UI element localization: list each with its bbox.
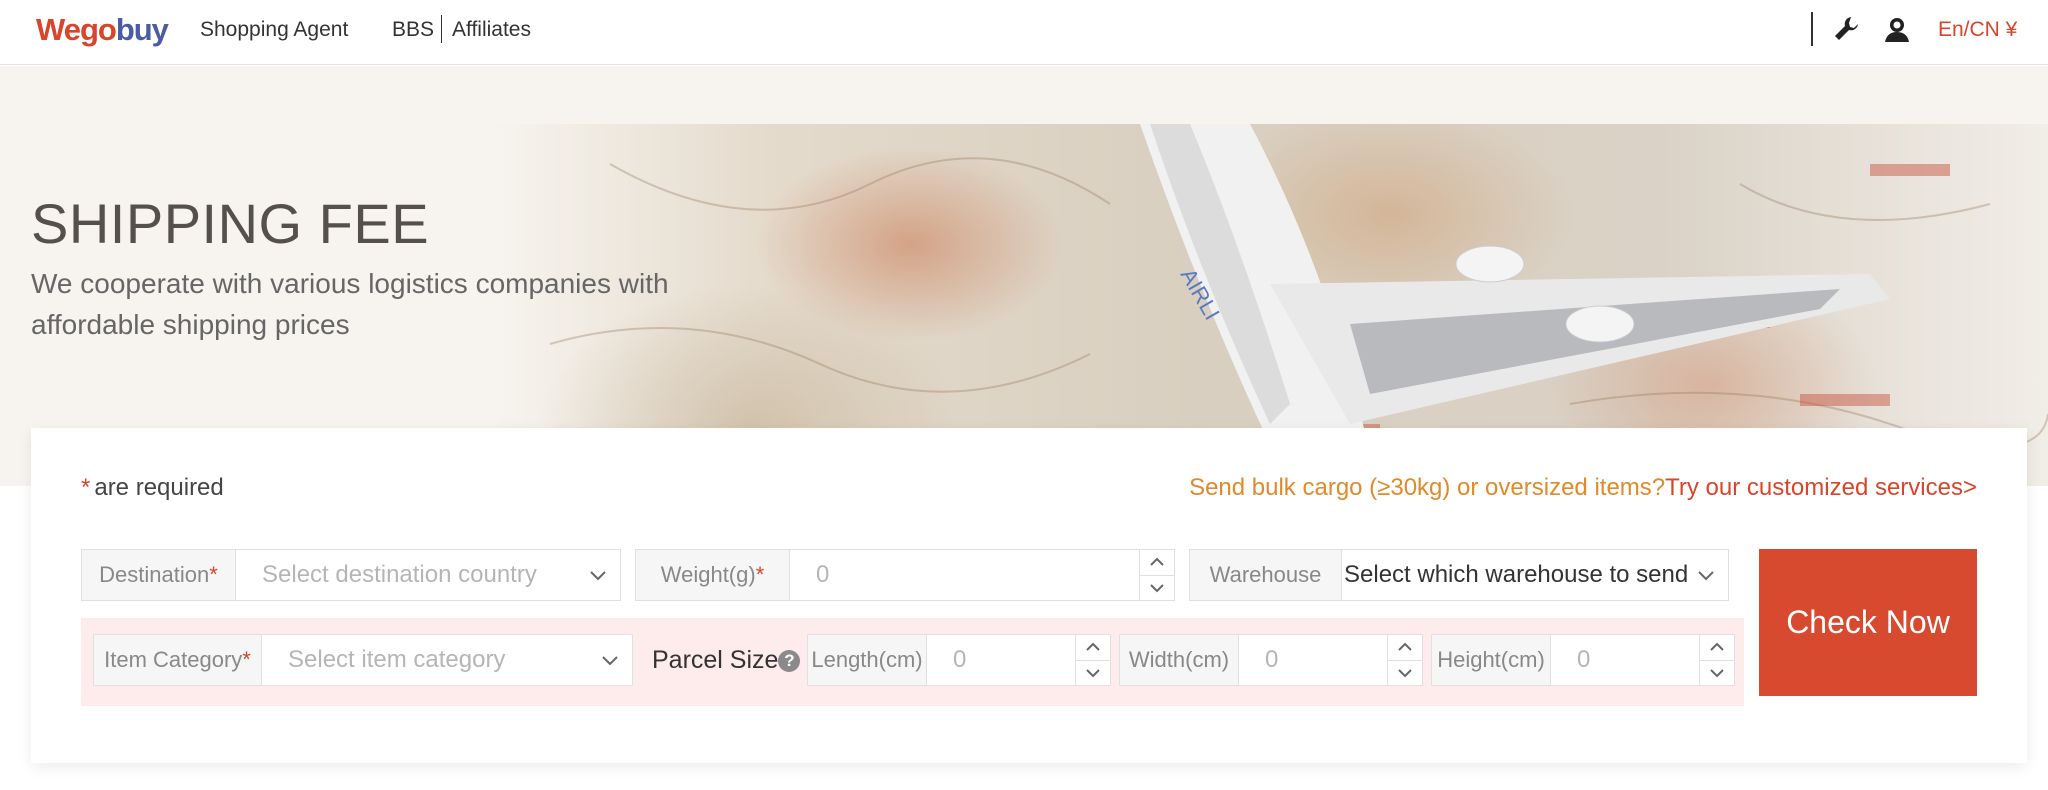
item-category-label: Item Category * — [94, 635, 262, 685]
stepper-down-button[interactable] — [1076, 659, 1110, 686]
stepper-up-button[interactable] — [1700, 635, 1734, 660]
nav-affiliates[interactable]: Affiliates — [452, 18, 531, 42]
height-label: Height(cm) — [1432, 635, 1551, 685]
width-input[interactable]: 0 — [1239, 646, 1387, 674]
stepper-up-button[interactable] — [1388, 635, 1422, 660]
destination-placeholder: Select destination country — [262, 561, 537, 588]
length-field[interactable]: Length(cm) 0 — [807, 634, 1111, 686]
stepper-up-button[interactable] — [1140, 550, 1174, 575]
hero-banner: AIRLI SHIPPING FEE We cooperate with var… — [0, 66, 2048, 486]
weight-stepper — [1139, 550, 1174, 600]
parcel-size-label: Parcel Size? — [652, 646, 801, 675]
destination-select[interactable]: Destination * Select destination country — [81, 549, 621, 601]
stepper-down-button[interactable] — [1140, 574, 1174, 601]
customized-services-link[interactable]: Try our customized services> — [1665, 474, 1977, 501]
nav-divider-right — [1811, 12, 1813, 46]
help-icon[interactable]: ? — [778, 650, 801, 673]
nav-bbs[interactable]: BBS — [392, 18, 434, 42]
length-input[interactable]: 0 — [927, 646, 1075, 674]
weight-field[interactable]: Weight(g) * 0 — [635, 549, 1175, 601]
item-category-select[interactable]: Item Category * Select item category — [93, 634, 633, 686]
language-currency-switch[interactable]: En/CN ¥ — [1938, 18, 2017, 42]
page-subtitle: We cooperate with various logistics comp… — [31, 268, 669, 340]
length-stepper — [1075, 635, 1110, 685]
chevron-up-icon — [1086, 642, 1100, 651]
chevron-up-icon — [1398, 642, 1412, 651]
warehouse-select[interactable]: Warehouse Select which warehouse to send — [1189, 549, 1729, 601]
height-stepper — [1699, 635, 1734, 685]
weight-input[interactable]: 0 — [790, 561, 1139, 589]
stepper-up-button[interactable] — [1076, 635, 1110, 660]
user-icon[interactable] — [1882, 14, 1912, 44]
chevron-down-icon — [1710, 669, 1724, 678]
stepper-down-button[interactable] — [1388, 659, 1422, 686]
weight-label: Weight(g) * — [636, 550, 790, 600]
chevron-up-icon — [1710, 642, 1724, 651]
height-field[interactable]: Height(cm) 0 — [1431, 634, 1735, 686]
nav-divider — [441, 15, 442, 43]
chevron-up-icon — [1150, 557, 1164, 566]
stepper-down-button[interactable] — [1700, 659, 1734, 686]
page-title: SHIPPING FEE — [31, 192, 430, 255]
height-input[interactable]: 0 — [1551, 646, 1699, 674]
chevron-down-icon — [590, 571, 606, 581]
chevron-down-icon — [602, 656, 618, 666]
chevron-down-icon — [1150, 584, 1164, 593]
warehouse-label: Warehouse — [1190, 550, 1342, 600]
nav-shopping-agent[interactable]: Shopping Agent — [200, 18, 348, 42]
item-category-placeholder: Select item category — [288, 646, 506, 673]
chevron-down-icon — [1698, 571, 1714, 581]
warehouse-placeholder: Select which warehouse to send — [1344, 561, 1689, 588]
wegobuy-logo[interactable]: Wegobuy — [36, 12, 169, 48]
row-category-parcel: Item Category * Select item category Parc… — [81, 618, 1744, 706]
chevron-down-icon — [1398, 669, 1412, 678]
chevron-down-icon — [1086, 669, 1100, 678]
destination-label: Destination * — [82, 550, 236, 600]
width-stepper — [1387, 635, 1422, 685]
width-label: Width(cm) — [1120, 635, 1239, 685]
check-now-button[interactable]: Check Now — [1759, 549, 1977, 696]
wrench-icon[interactable] — [1832, 14, 1862, 44]
top-navbar: Wegobuy Shopping Agent BBS Affiliates En… — [0, 0, 2048, 65]
width-field[interactable]: Width(cm) 0 — [1119, 634, 1423, 686]
shipping-fee-form: * are required Send bulk cargo (≥30kg) or… — [31, 428, 2027, 763]
bulk-cargo-notice: Send bulk cargo (≥30kg) or oversized ite… — [1189, 474, 1977, 501]
required-note: * are required — [81, 474, 224, 501]
length-label: Length(cm) — [808, 635, 927, 685]
